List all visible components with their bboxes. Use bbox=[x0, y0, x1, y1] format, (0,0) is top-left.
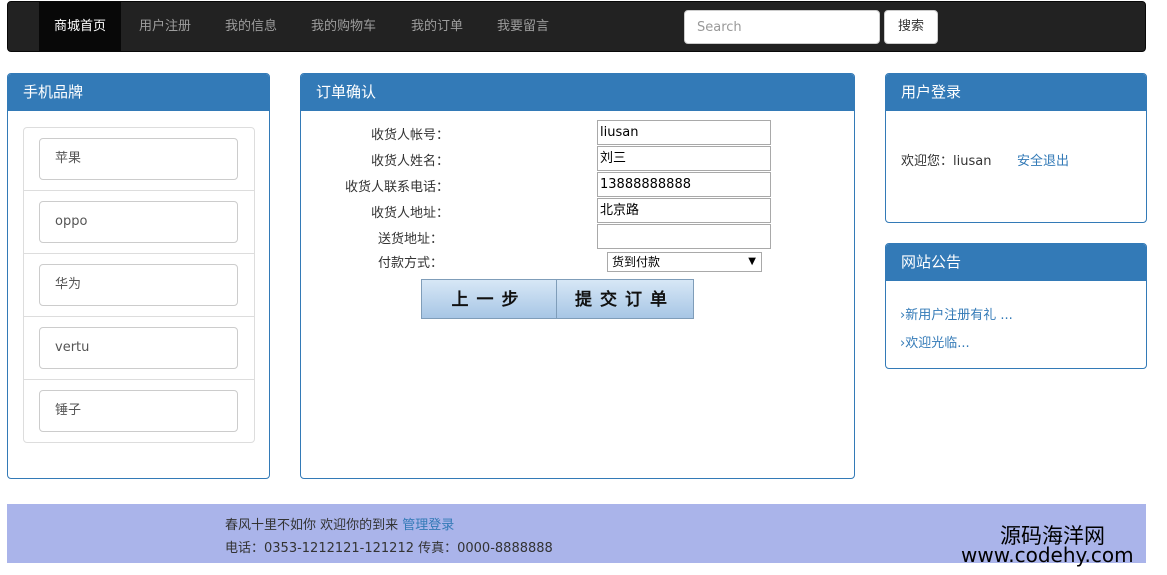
list-item: 华为 bbox=[24, 254, 254, 317]
top-navbar: 商城首页 用户注册 我的信息 我的购物车 我的订单 我要留言 搜索 bbox=[7, 1, 1146, 52]
notice-panel: 网站公告 ›新用户注册有礼 ... ›欢迎光临... bbox=[885, 243, 1147, 369]
brand-smartisan-button[interactable]: 锤子 bbox=[39, 390, 238, 432]
name-label: 收货人姓名： bbox=[370, 154, 449, 169]
search-button[interactable]: 搜索 bbox=[884, 10, 938, 44]
login-panel: 用户登录 欢迎您：liusan 安全退出 bbox=[885, 73, 1147, 223]
logout-link[interactable]: 安全退出 bbox=[1017, 150, 1069, 169]
account-label: 收货人帐号： bbox=[370, 128, 449, 143]
account-field[interactable]: liusan bbox=[597, 120, 771, 145]
order-panel: 订单确认 收货人帐号： liusan 收货人姓名： 刘三 收货人联系电话： 13… bbox=[300, 73, 855, 479]
form-row-address: 收货人地址： 北京路 bbox=[301, 198, 853, 224]
nav-home[interactable]: 商城首页 bbox=[39, 2, 122, 52]
nav-cart[interactable]: 我的购物车 bbox=[296, 2, 391, 52]
brand-panel-title: 手机品牌 bbox=[8, 74, 269, 111]
nav-register[interactable]: 用户注册 bbox=[124, 2, 206, 52]
brand-oppo-button[interactable]: oppo bbox=[39, 201, 238, 243]
form-row-account: 收货人帐号： liusan bbox=[301, 120, 853, 146]
brand-panel: 手机品牌 苹果 oppo 华为 vertu 锤子 bbox=[7, 73, 270, 479]
list-item: vertu bbox=[24, 317, 254, 380]
nav-my-info[interactable]: 我的信息 bbox=[210, 2, 292, 52]
address-field[interactable]: 北京路 bbox=[597, 198, 771, 223]
admin-login-link[interactable]: 管理登录 bbox=[402, 518, 454, 533]
payment-label: 付款方式： bbox=[377, 256, 443, 271]
payment-selected-value: 货到付款 bbox=[612, 255, 661, 269]
nav-message[interactable]: 我要留言 bbox=[482, 2, 564, 52]
notice-item-label: 新用户注册有礼 ... bbox=[905, 308, 1013, 323]
login-panel-title: 用户登录 bbox=[886, 74, 1146, 111]
notice-item[interactable]: ›新用户注册有礼 ... bbox=[900, 304, 1013, 323]
name-field[interactable]: 刘三 bbox=[597, 146, 771, 171]
footer-slogan: 春风十里不如你 欢迎你的到来 bbox=[225, 518, 399, 533]
search-input[interactable] bbox=[684, 10, 880, 44]
footer-line-1: 春风十里不如你 欢迎你的到来 管理登录 bbox=[225, 514, 454, 533]
nav-orders[interactable]: 我的订单 bbox=[396, 2, 478, 52]
list-item: oppo bbox=[24, 191, 254, 254]
form-row-name: 收货人姓名： 刘三 bbox=[301, 146, 853, 172]
list-item: 锤子 bbox=[24, 380, 254, 443]
watermark-url: www.codehy.com bbox=[961, 543, 1134, 567]
notice-panel-title: 网站公告 bbox=[886, 244, 1146, 281]
delivery-address-label: 送货地址： bbox=[377, 232, 443, 247]
notice-item[interactable]: ›欢迎光临... bbox=[900, 332, 970, 351]
welcome-text: 欢迎您：liusan bbox=[901, 154, 992, 169]
form-row-payment: 付款方式： 货到付款 ▼ bbox=[301, 250, 853, 276]
submit-order-button[interactable]: 提交订单 bbox=[556, 279, 694, 319]
prev-step-button[interactable]: 上一步 bbox=[421, 279, 557, 319]
payment-select[interactable]: 货到付款 ▼ bbox=[607, 252, 762, 272]
brand-list: 苹果 oppo 华为 vertu 锤子 bbox=[23, 127, 255, 443]
address-label: 收货人地址： bbox=[370, 206, 449, 221]
phone-field[interactable]: 13888888888 bbox=[597, 172, 771, 197]
form-row-delivery: 送货地址： bbox=[301, 224, 853, 250]
notice-item-label: 欢迎光临... bbox=[905, 336, 970, 351]
form-row-phone: 收货人联系电话： 13888888888 bbox=[301, 172, 853, 198]
footer-contact: 电话：0353-1212121-121212 传真：0000-8888888 bbox=[225, 541, 553, 556]
order-panel-title: 订单确认 bbox=[301, 74, 854, 111]
phone-label: 收货人联系电话： bbox=[344, 180, 449, 195]
delivery-address-field[interactable] bbox=[597, 224, 771, 249]
dropdown-arrow-icon: ▼ bbox=[748, 256, 756, 267]
brand-huawei-button[interactable]: 华为 bbox=[39, 264, 238, 306]
brand-vertu-button[interactable]: vertu bbox=[39, 327, 238, 369]
brand-apple-button[interactable]: 苹果 bbox=[39, 138, 238, 180]
list-item: 苹果 bbox=[24, 128, 254, 191]
